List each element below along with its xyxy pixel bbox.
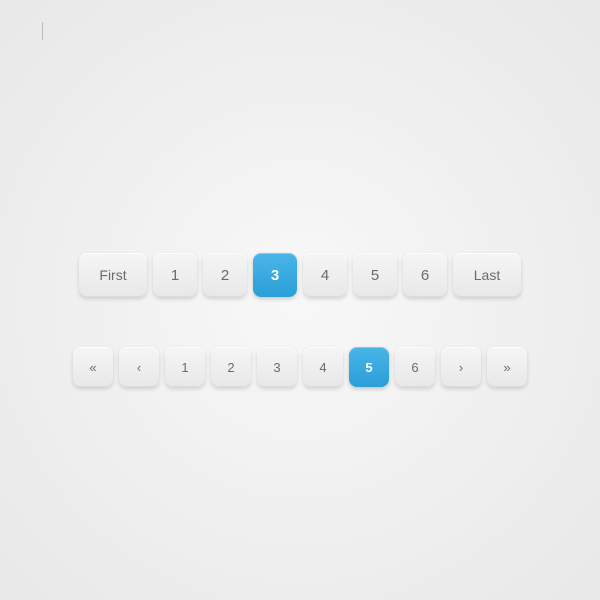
last-nav-button[interactable]: » (487, 347, 527, 387)
first-button[interactable]: First (79, 253, 147, 297)
first-nav-button[interactable]: « (73, 347, 113, 387)
pagination-row-2: «‹123456›» (73, 347, 527, 387)
prev-button[interactable]: ‹ (119, 347, 159, 387)
page-2-button[interactable]: 2 (203, 253, 247, 297)
page-4-button[interactable]: 4 (303, 253, 347, 297)
page-3-button[interactable]: 3 (257, 347, 297, 387)
header (0, 0, 600, 40)
last-button[interactable]: Last (453, 253, 521, 297)
page-6-button[interactable]: 6 (395, 347, 435, 387)
page-3-button[interactable]: 3 (253, 253, 297, 297)
next-button[interactable]: › (441, 347, 481, 387)
page-1-button[interactable]: 1 (165, 347, 205, 387)
pagination-row-1: First123456Last (79, 253, 521, 297)
page-1-button[interactable]: 1 (153, 253, 197, 297)
page-6-button[interactable]: 6 (403, 253, 447, 297)
page-4-button[interactable]: 4 (303, 347, 343, 387)
content-area: First123456Last «‹123456›» (0, 40, 600, 600)
page-5-button[interactable]: 5 (353, 253, 397, 297)
header-divider (42, 22, 43, 40)
page-2-button[interactable]: 2 (211, 347, 251, 387)
page-5-button[interactable]: 5 (349, 347, 389, 387)
